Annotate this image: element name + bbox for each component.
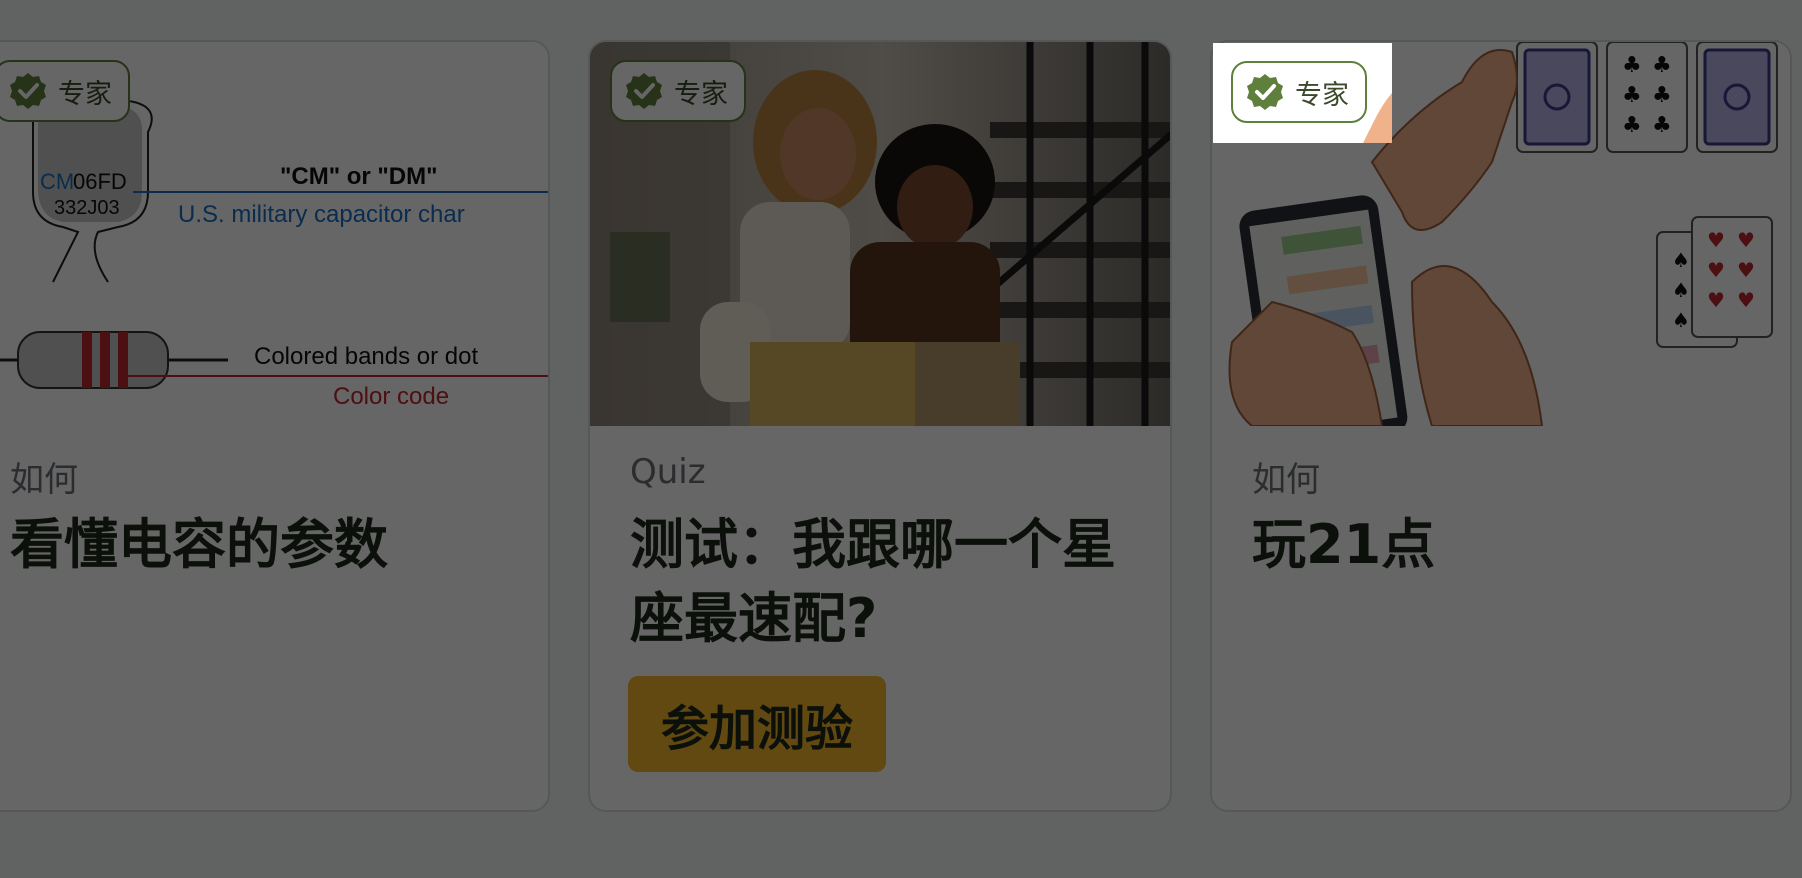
badge-label: 专家 [1295,79,1349,111]
bands-label: Colored bands or dot [254,343,478,370]
svg-text:♠: ♠ [1672,278,1690,302]
svg-text:♣: ♣ [1652,113,1672,138]
cap-code-prefix: CM [40,169,74,194]
badge-label: 专家 [58,78,112,110]
svg-text:♣: ♣ [1622,113,1642,138]
expert-badge: 专家 [0,60,130,122]
svg-text:♥: ♥ [1707,288,1725,312]
check-badge-icon [1247,74,1283,110]
badge-label: 专家 [674,78,728,110]
article-card-capacitor[interactable]: CM 06FD 332J03 "CM" or "DM" U.S. militar… [0,40,550,812]
svg-text:♣: ♣ [1652,53,1672,78]
card-category: 如何 [10,460,78,500]
svg-text:♥: ♥ [1707,228,1725,252]
svg-text:♣: ♣ [1622,53,1642,78]
svg-text:♣: ♣ [1652,83,1672,108]
card-title[interactable]: 测试：我跟哪一个星座最速配? [630,508,1140,656]
take-quiz-button[interactable]: 参加测验 [628,676,886,772]
check-badge-icon [626,73,662,109]
expert-badge: 专家 [610,60,746,122]
quiz-card-zodiac[interactable]: 专家 Quiz 测试：我跟哪一个星座最速配? 参加测验 [588,40,1172,812]
svg-text:♥: ♥ [1737,288,1755,312]
cap-code-line2: 332J03 [54,197,120,219]
card-title[interactable]: 玩21点 [1252,508,1760,582]
expert-badge: 专家 [1231,61,1367,123]
svg-text:♣: ♣ [1622,83,1642,108]
cap-code-rest: 06FD [73,169,127,194]
check-badge-icon [10,73,46,109]
svg-text:♥: ♥ [1737,228,1755,252]
svg-text:♠: ♠ [1672,308,1690,332]
card-category: Quiz [630,452,706,492]
card-title[interactable]: 看懂电容的参数 [10,508,518,582]
article-card-blackjack[interactable]: ♣ ♣ ♣ ♣ ♣ ♣ ♠ ♠ ♠ ♥ ♥ ♥ ♥ ♥ ♥ 如何 玩21点 [1210,40,1792,812]
highlight-region: 专家 [1213,43,1392,143]
svg-text:♥: ♥ [1707,258,1725,282]
cm-dm-label: "CM" or "DM" [280,163,438,190]
color-code-label: Color code [333,383,449,410]
military-label: U.S. military capacitor char [178,201,465,228]
svg-text:♥: ♥ [1737,258,1755,282]
svg-text:♠: ♠ [1672,248,1690,272]
card-category: 如何 [1252,460,1320,500]
